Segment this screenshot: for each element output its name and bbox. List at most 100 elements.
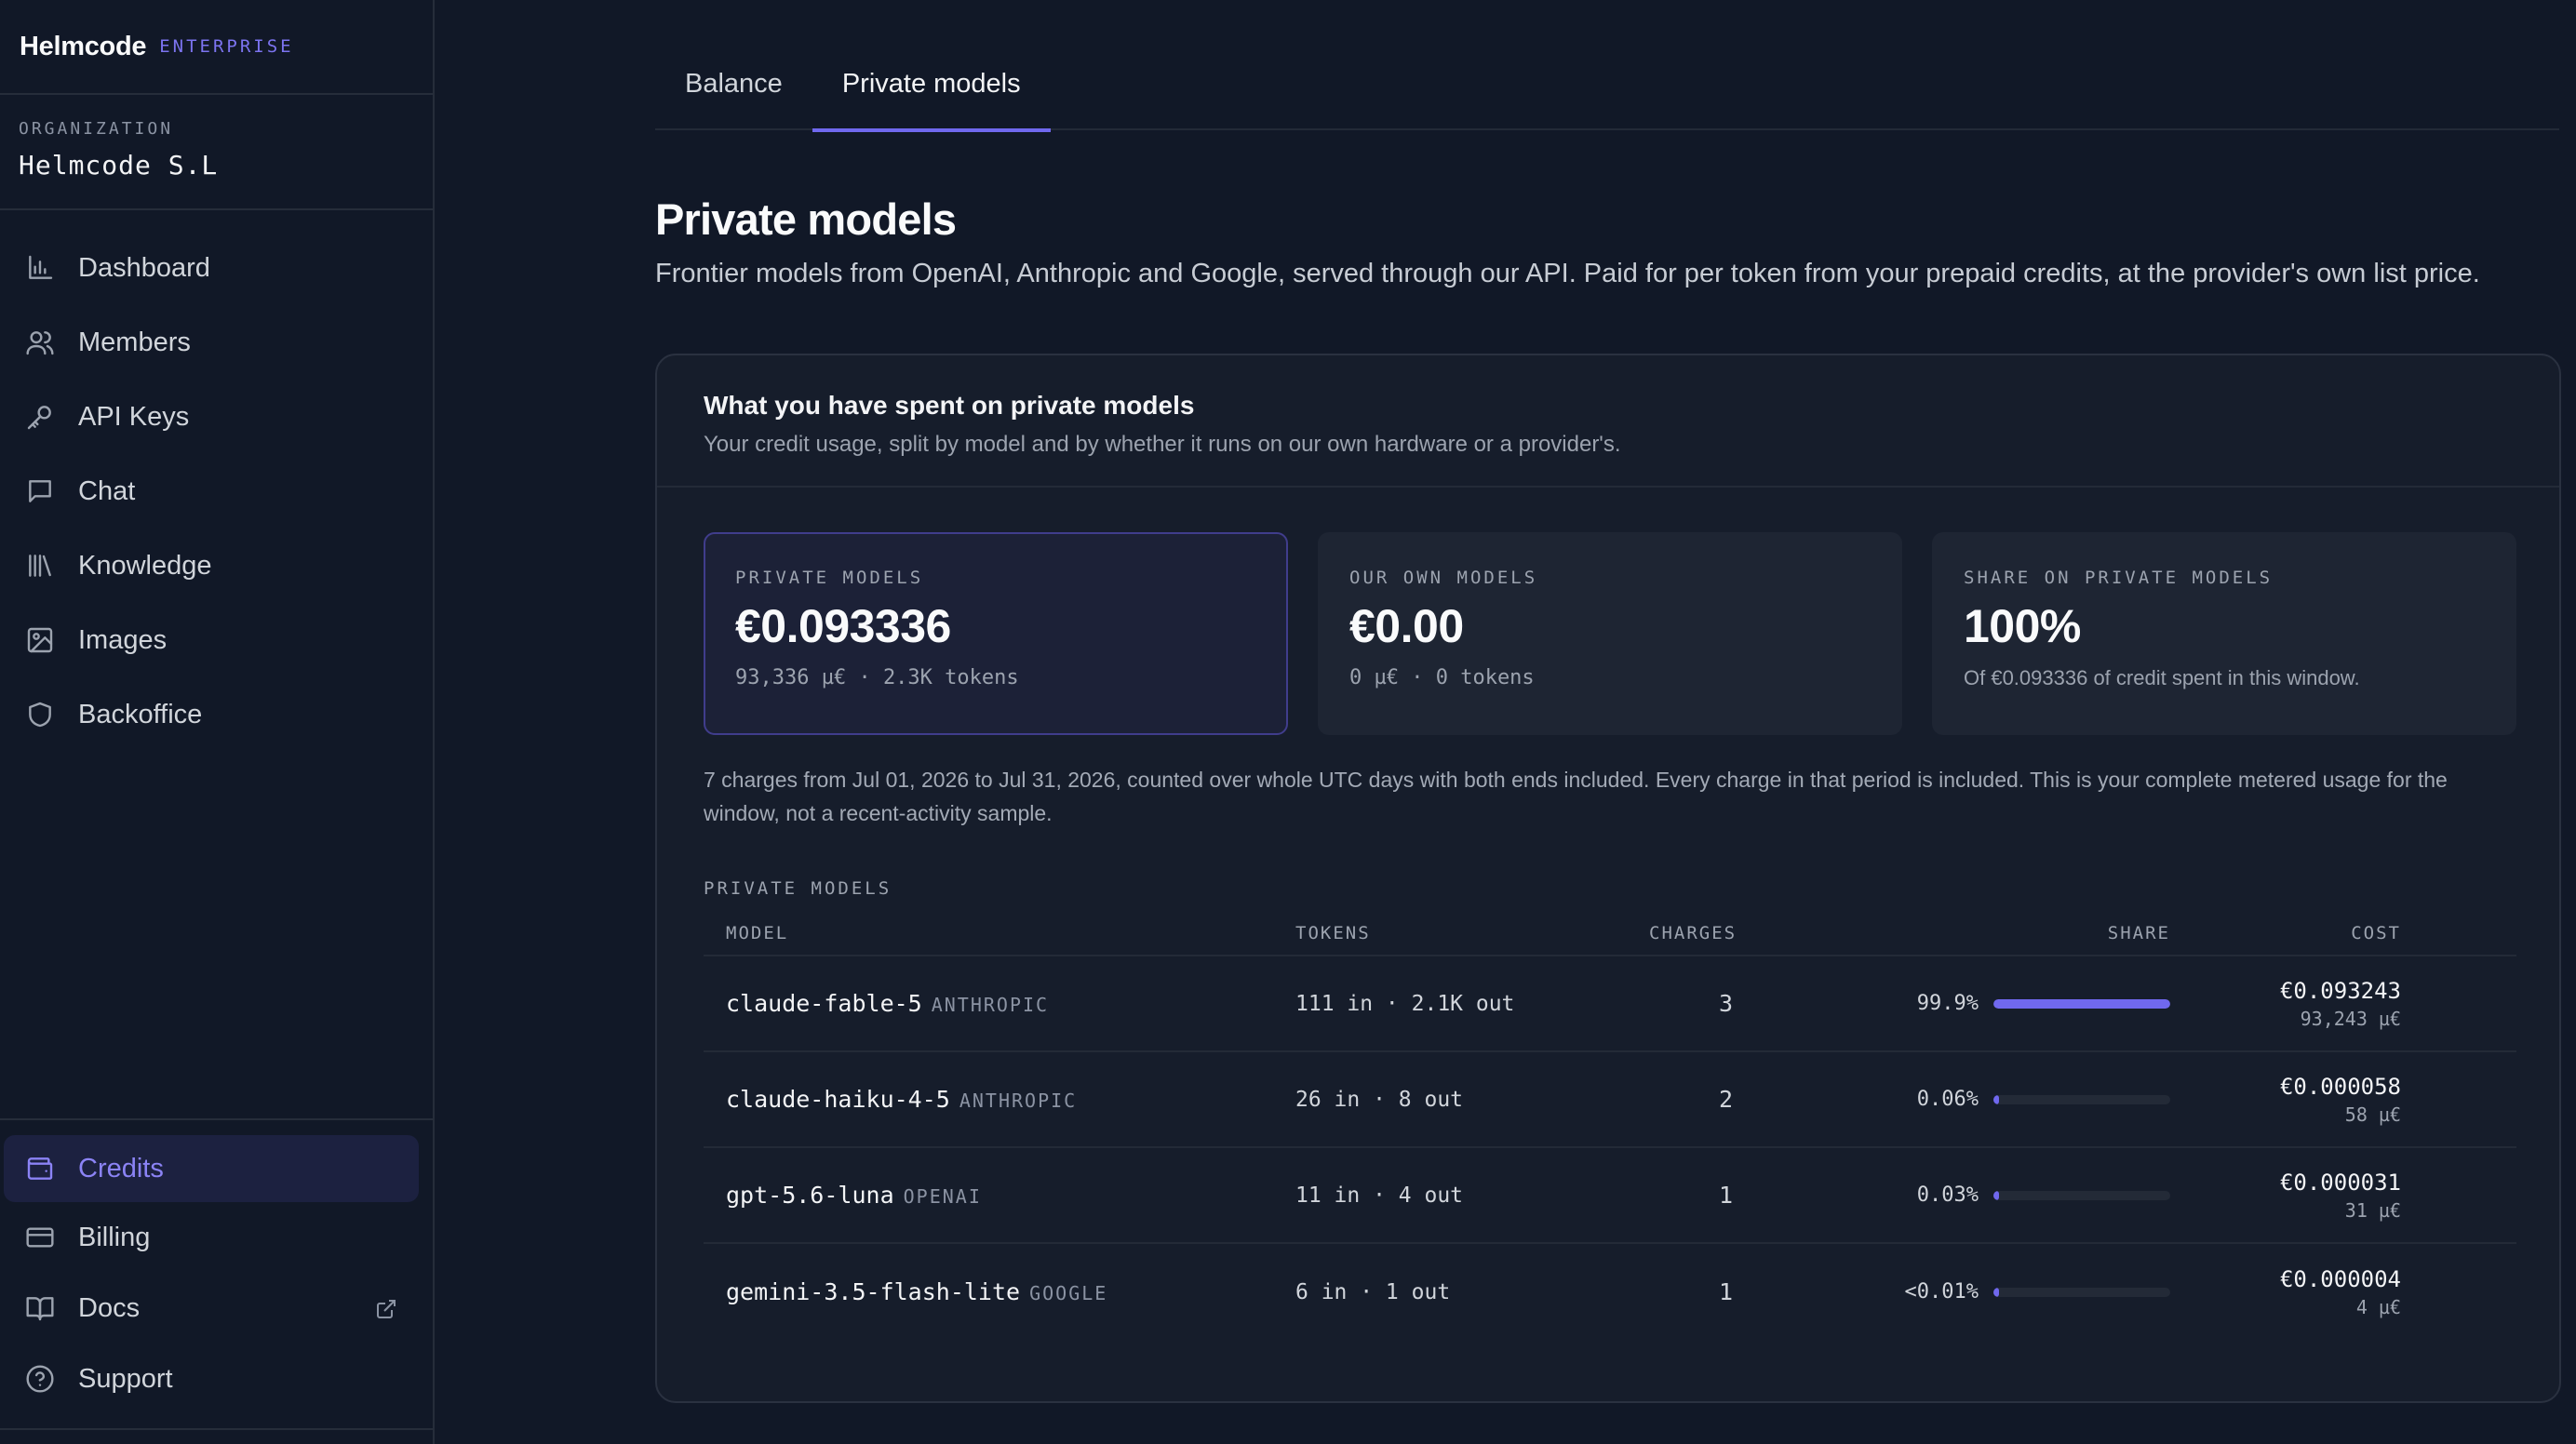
charges-cell: 2 <box>1718 1086 1733 1113</box>
charges-cell: 1 <box>1718 1278 1733 1305</box>
table-section-label: PRIVATE MODELS <box>704 878 892 899</box>
spend-card: What you have spent on private models Yo… <box>655 354 2561 1403</box>
stat-value: 100% <box>1964 600 2081 652</box>
stat-value: €0.093336 <box>735 600 951 652</box>
cost-micro: 93,243 µ€ <box>2300 1007 2401 1030</box>
provider-badge: GOOGLE <box>1029 1282 1108 1304</box>
sidebar-item-api-keys[interactable]: API Keys <box>0 380 433 454</box>
stat-sub: Of €0.093336 of credit spent in this win… <box>1964 666 2360 689</box>
sidebar-item-label: Knowledge <box>78 550 212 581</box>
model-name: claude-fable-5 <box>726 990 922 1017</box>
header-model: MODEL <box>726 923 789 943</box>
header-charges: CHARGES <box>1649 923 1737 943</box>
cost-value: €0.000004 <box>2279 1265 2401 1292</box>
model-cell: claude-haiku-4-5 ANTHROPIC <box>704 1086 1295 1113</box>
share-percent: 0.03% <box>1916 1183 1979 1207</box>
tab-balance[interactable]: Balance <box>655 56 812 130</box>
cost-cell: €0.000058 58 µ€ <box>2170 1074 2401 1126</box>
provider-badge: ANTHROPIC <box>959 1090 1078 1112</box>
tokens-cell: 26 in · 8 out <box>1295 1087 1464 1112</box>
share-percent: 99.9% <box>1916 992 1979 1015</box>
table-row: claude-fable-5 ANTHROPIC 111 in · 2.1K ou… <box>704 956 2516 1052</box>
share-bar-fill <box>1993 998 2170 1009</box>
cost-value: €0.000058 <box>2279 1073 2401 1100</box>
table-header: MODEL TOKENS CHARGES SHARE COST <box>704 912 2516 956</box>
stat-label: OUR OWN MODELS <box>1349 568 1538 588</box>
organization-switcher[interactable]: ORGANIZATION Helmcode S.L <box>0 95 433 210</box>
sidebar-item-label: API Keys <box>78 401 190 432</box>
help-circle-icon <box>24 1363 56 1395</box>
sidebar-item-knowledge[interactable]: Knowledge <box>0 528 433 603</box>
tokens-cell: 111 in · 2.1K out <box>1295 991 1515 1016</box>
sidebar-item-backoffice[interactable]: Backoffice <box>0 677 433 752</box>
image-icon <box>24 624 56 656</box>
sidebar-item-label: Backoffice <box>78 699 203 729</box>
stat-sub: 0 µ€ · 0 tokens <box>1349 666 1535 689</box>
page-title: Private models <box>655 194 957 244</box>
header-tokens: TOKENS <box>1295 923 1371 943</box>
tab-private-models[interactable]: Private models <box>812 56 1051 132</box>
cost-micro: 31 µ€ <box>2344 1198 2401 1222</box>
stat-value: €0.00 <box>1349 600 1464 652</box>
sidebar-item-label: Credits <box>78 1153 164 1183</box>
share-cell: 99.9% <box>1733 992 2170 1015</box>
share-bar <box>1993 1190 2170 1200</box>
sidebar-item-images[interactable]: Images <box>0 603 433 677</box>
tokens-cell: 6 in · 1 out <box>1295 1279 1451 1304</box>
sidebar-item-chat[interactable]: Chat <box>0 454 433 528</box>
cost-value: €0.000031 <box>2279 1169 2401 1196</box>
stat-tiles: PRIVATE MODELS €0.093336 93,336 µ€ · 2.3… <box>704 532 2516 735</box>
sidebar-item-docs[interactable]: Docs <box>0 1273 433 1344</box>
header-cost: COST <box>2351 923 2401 943</box>
credit-card-icon <box>24 1222 56 1253</box>
model-cell: gpt-5.6-luna OPENAI <box>704 1182 1295 1209</box>
shield-icon <box>24 699 56 730</box>
sidebar-item-members[interactable]: Members <box>0 305 433 380</box>
cost-value: €0.093243 <box>2279 977 2401 1004</box>
share-bar <box>1993 1287 2170 1297</box>
sidebar-item-label: Support <box>78 1363 173 1394</box>
sidebar-item-credits[interactable]: Credits <box>4 1135 419 1202</box>
share-cell: 0.06% <box>1733 1088 2170 1111</box>
library-icon <box>24 550 56 582</box>
sidebar-item-support[interactable]: Support <box>0 1344 433 1414</box>
sidebar-item-billing[interactable]: Billing <box>0 1202 433 1273</box>
model-name: gpt-5.6-luna <box>726 1182 894 1209</box>
sidebar-item-label: Images <box>78 624 168 655</box>
sidebar-nav-bottom: Credits Billing Docs Support <box>0 1118 433 1414</box>
sidebar-item-label: Docs <box>78 1292 141 1323</box>
stat-sub: 93,336 µ€ · 2.3K tokens <box>735 666 1019 689</box>
tab-bar: Balance Private models <box>655 56 2559 132</box>
charges-cell: 3 <box>1718 990 1733 1017</box>
book-icon <box>24 1292 56 1324</box>
card-subtitle: Your credit usage, split by model and by… <box>704 432 1621 457</box>
brand-name: Helmcode <box>20 31 147 61</box>
model-name: gemini-3.5-flash-lite <box>726 1278 1021 1305</box>
model-cell: claude-fable-5 ANTHROPIC <box>704 990 1295 1017</box>
external-link-icon <box>375 1297 397 1319</box>
sidebar-item-label: Chat <box>78 475 136 506</box>
users-icon <box>24 327 56 358</box>
brand[interactable]: Helmcode ENTERPRISE <box>0 0 433 95</box>
sidebar-nav: Dashboard Members API Keys Chat Knowledg… <box>0 231 433 752</box>
share-percent: <0.01% <box>1904 1280 1979 1304</box>
stat-share-private: SHARE ON PRIVATE MODELS 100% Of €0.09333… <box>1932 532 2516 735</box>
key-icon <box>24 401 56 433</box>
model-cell: gemini-3.5-flash-lite GOOGLE <box>704 1278 1295 1305</box>
share-bar <box>1993 998 2170 1009</box>
cost-micro: 58 µ€ <box>2344 1103 2401 1126</box>
bar-chart-icon <box>24 252 56 284</box>
organization-name: Helmcode S.L <box>19 150 219 180</box>
share-bar-fill <box>1993 1094 1999 1104</box>
usage-table: MODEL TOKENS CHARGES SHARE COST claude-f… <box>704 912 2516 1340</box>
stat-label: SHARE ON PRIVATE MODELS <box>1964 568 2274 588</box>
share-percent: 0.06% <box>1916 1088 1979 1111</box>
provider-badge: ANTHROPIC <box>931 994 1050 1016</box>
share-cell: 0.03% <box>1733 1183 2170 1207</box>
header-share: SHARE <box>2107 923 2170 943</box>
provider-badge: OPENAI <box>903 1185 982 1208</box>
cost-cell: €0.000031 31 µ€ <box>2170 1170 2401 1222</box>
sidebar-item-dashboard[interactable]: Dashboard <box>0 231 433 305</box>
card-header: What you have spent on private models Yo… <box>657 355 2559 488</box>
page-subtitle: Frontier models from OpenAI, Anthropic a… <box>655 259 2480 288</box>
